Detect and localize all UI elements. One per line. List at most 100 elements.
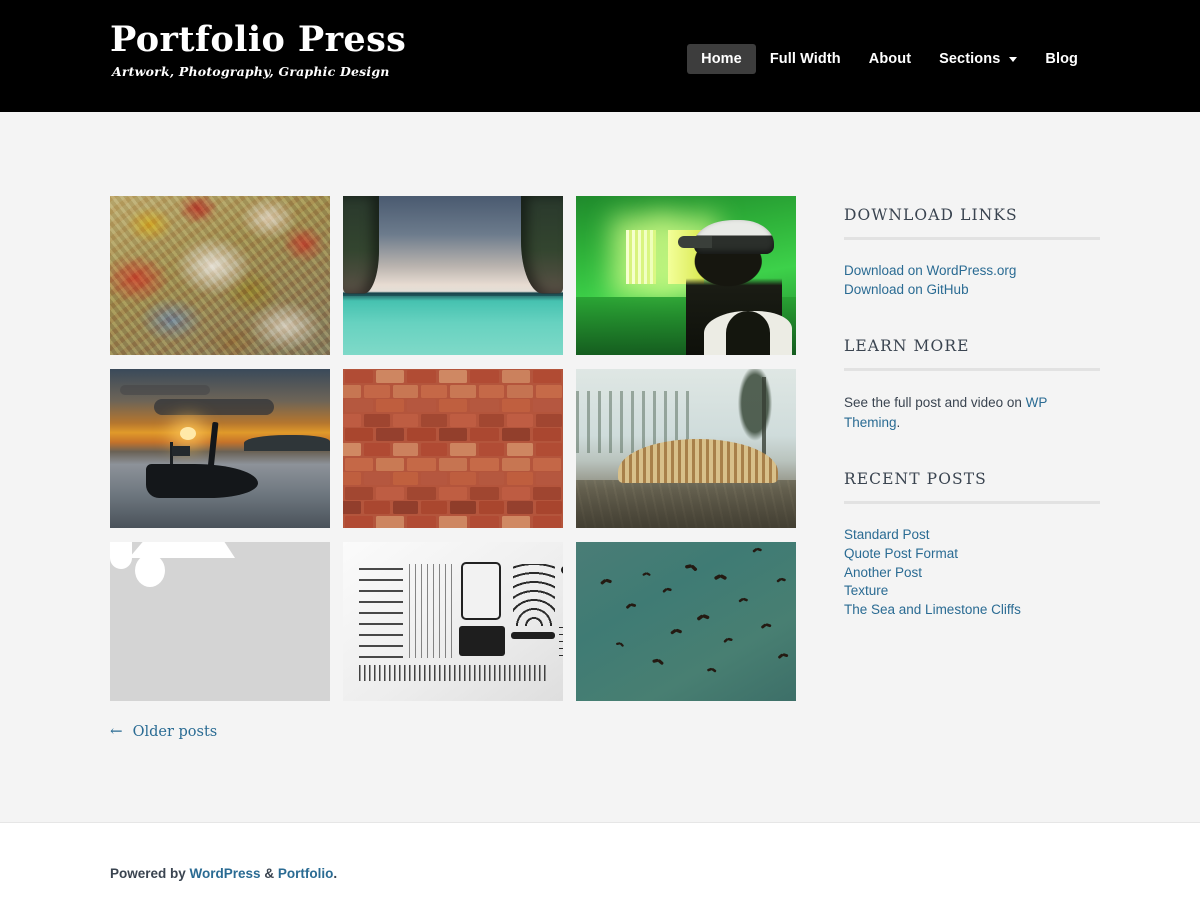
- brick: [501, 370, 531, 383]
- brick: [438, 457, 468, 471]
- link-download-wordpress-org[interactable]: Download on WordPress.org: [844, 262, 1100, 281]
- widget-divider: [844, 237, 1100, 240]
- brick: [392, 443, 419, 456]
- sidebar: Download Links Download on WordPress.org…: [800, 196, 1100, 658]
- bird-shape: [707, 668, 717, 676]
- footer-inner: Powered by WordPress & Portfolio.: [100, 823, 1100, 881]
- bird-shape: [777, 653, 789, 663]
- grid-item-birds-teal-sky[interactable]: [576, 542, 796, 701]
- brick: [407, 457, 436, 471]
- brick: [438, 516, 468, 528]
- grid-item-peeling-paint-texture[interactable]: [110, 196, 330, 355]
- recent-post-link[interactable]: Texture: [844, 582, 1100, 601]
- brick: [438, 428, 468, 442]
- grid-item-foggy-forest-logpile[interactable]: [576, 369, 796, 528]
- window-left-shape: [626, 230, 656, 284]
- brick-row: [343, 369, 563, 384]
- bird-shape: [683, 564, 698, 576]
- brick: [407, 428, 436, 442]
- cloud-upper-shape: [120, 385, 210, 395]
- brick: [407, 486, 436, 500]
- brick: [507, 413, 533, 427]
- bird-shape: [650, 659, 663, 670]
- brick: [470, 428, 499, 442]
- brick: [507, 384, 533, 398]
- brick: [533, 486, 562, 500]
- brick-row: [343, 427, 563, 442]
- widget-download-links: Download Links Download on WordPress.org…: [844, 206, 1100, 299]
- thumbnail-image: [343, 542, 563, 701]
- bird-shape: [723, 638, 734, 647]
- brick: [392, 501, 419, 515]
- grid-item-red-brick-wall[interactable]: [343, 369, 563, 528]
- site-branding[interactable]: Portfolio Press Artwork, Photography, Gr…: [110, 21, 406, 79]
- widget-title: Recent Posts: [844, 470, 987, 489]
- footer-credit: Powered by WordPress & Portfolio.: [110, 866, 1100, 881]
- learn-more-text-before: See the full post and video on: [844, 395, 1026, 411]
- primary-navigation[interactable]: Home Full Width About Sections Blog: [687, 44, 1092, 74]
- bird-shape: [760, 623, 772, 632]
- widget-recent-posts: Recent Posts Standard Post Quote Post Fo…: [844, 470, 1100, 619]
- placeholder-mountain-small-shape: [129, 542, 197, 558]
- brick-row: [343, 457, 563, 472]
- bird-shape: [738, 598, 748, 606]
- site-header: Portfolio Press Artwork, Photography, Gr…: [0, 0, 1200, 112]
- portfolio-grid: [110, 196, 800, 701]
- typewriter-base-shape: [459, 626, 505, 656]
- hill-shape: [244, 435, 330, 451]
- nav-item-blog[interactable]: Blog: [1031, 44, 1092, 74]
- link-portfolio[interactable]: Portfolio: [278, 866, 334, 881]
- bird-shape: [714, 575, 727, 584]
- grid-item-green-neon-room[interactable]: [576, 196, 796, 355]
- brick: [421, 384, 447, 398]
- widget-title: Download Links: [844, 206, 1018, 224]
- nav-item-sections[interactable]: Sections: [925, 44, 1031, 74]
- older-posts-label: Older posts: [132, 723, 218, 740]
- thumbnail-image: [576, 196, 796, 355]
- site-main: ← Older posts Download Links Download on…: [100, 112, 1100, 740]
- brick: [535, 384, 562, 398]
- brick: [392, 413, 419, 427]
- brick-row: [343, 471, 563, 486]
- brick-row: [343, 515, 563, 528]
- brick: [470, 516, 499, 528]
- typebar-column-shape: [409, 564, 453, 658]
- brick: [450, 501, 476, 515]
- recent-post-link[interactable]: The Sea and Limestone Cliffs: [844, 601, 1100, 620]
- nav-item-home[interactable]: Home: [687, 44, 756, 74]
- brick: [450, 384, 476, 398]
- grid-item-sunset-longtail-boat[interactable]: [110, 369, 330, 528]
- brick-row: [343, 413, 563, 428]
- nav-item-full-width[interactable]: Full Width: [756, 44, 855, 74]
- recent-post-link[interactable]: Standard Post: [844, 526, 1100, 545]
- thumbnail-image: [343, 369, 563, 528]
- thumbnail-image: [576, 542, 796, 701]
- site-title[interactable]: Portfolio Press: [110, 21, 406, 59]
- recent-post-link[interactable]: Another Post: [844, 564, 1100, 583]
- grid-item-image-placeholder[interactable]: [110, 542, 330, 701]
- chevron-down-icon: [1009, 56, 1018, 62]
- brick: [375, 486, 405, 500]
- knob-parts-shape: [561, 582, 563, 616]
- brick: [501, 399, 531, 413]
- typewriter-body-shape: [461, 562, 501, 620]
- grid-item-limestone-cliffs-sea[interactable]: [343, 196, 563, 355]
- brick: [478, 501, 505, 515]
- thumbnail-image: [576, 369, 796, 528]
- brick: [438, 370, 468, 383]
- horizon-line: [343, 293, 563, 296]
- nav-item-about[interactable]: About: [855, 44, 925, 74]
- brick: [344, 516, 373, 528]
- link-wordpress[interactable]: WordPress: [190, 866, 261, 881]
- brick: [421, 443, 447, 456]
- brick-row: [343, 442, 563, 457]
- brick: [343, 413, 362, 427]
- link-download-github[interactable]: Download on GitHub: [844, 281, 1100, 300]
- thumbnail-image: [343, 196, 563, 355]
- older-posts-link[interactable]: ← Older posts: [110, 724, 217, 740]
- thumbnail-image: [110, 542, 330, 701]
- brick: [344, 457, 373, 471]
- grid-item-typewriter-parts-flatlay[interactable]: [343, 542, 563, 701]
- recent-post-link[interactable]: Quote Post Format: [844, 545, 1100, 564]
- brick: [438, 399, 468, 413]
